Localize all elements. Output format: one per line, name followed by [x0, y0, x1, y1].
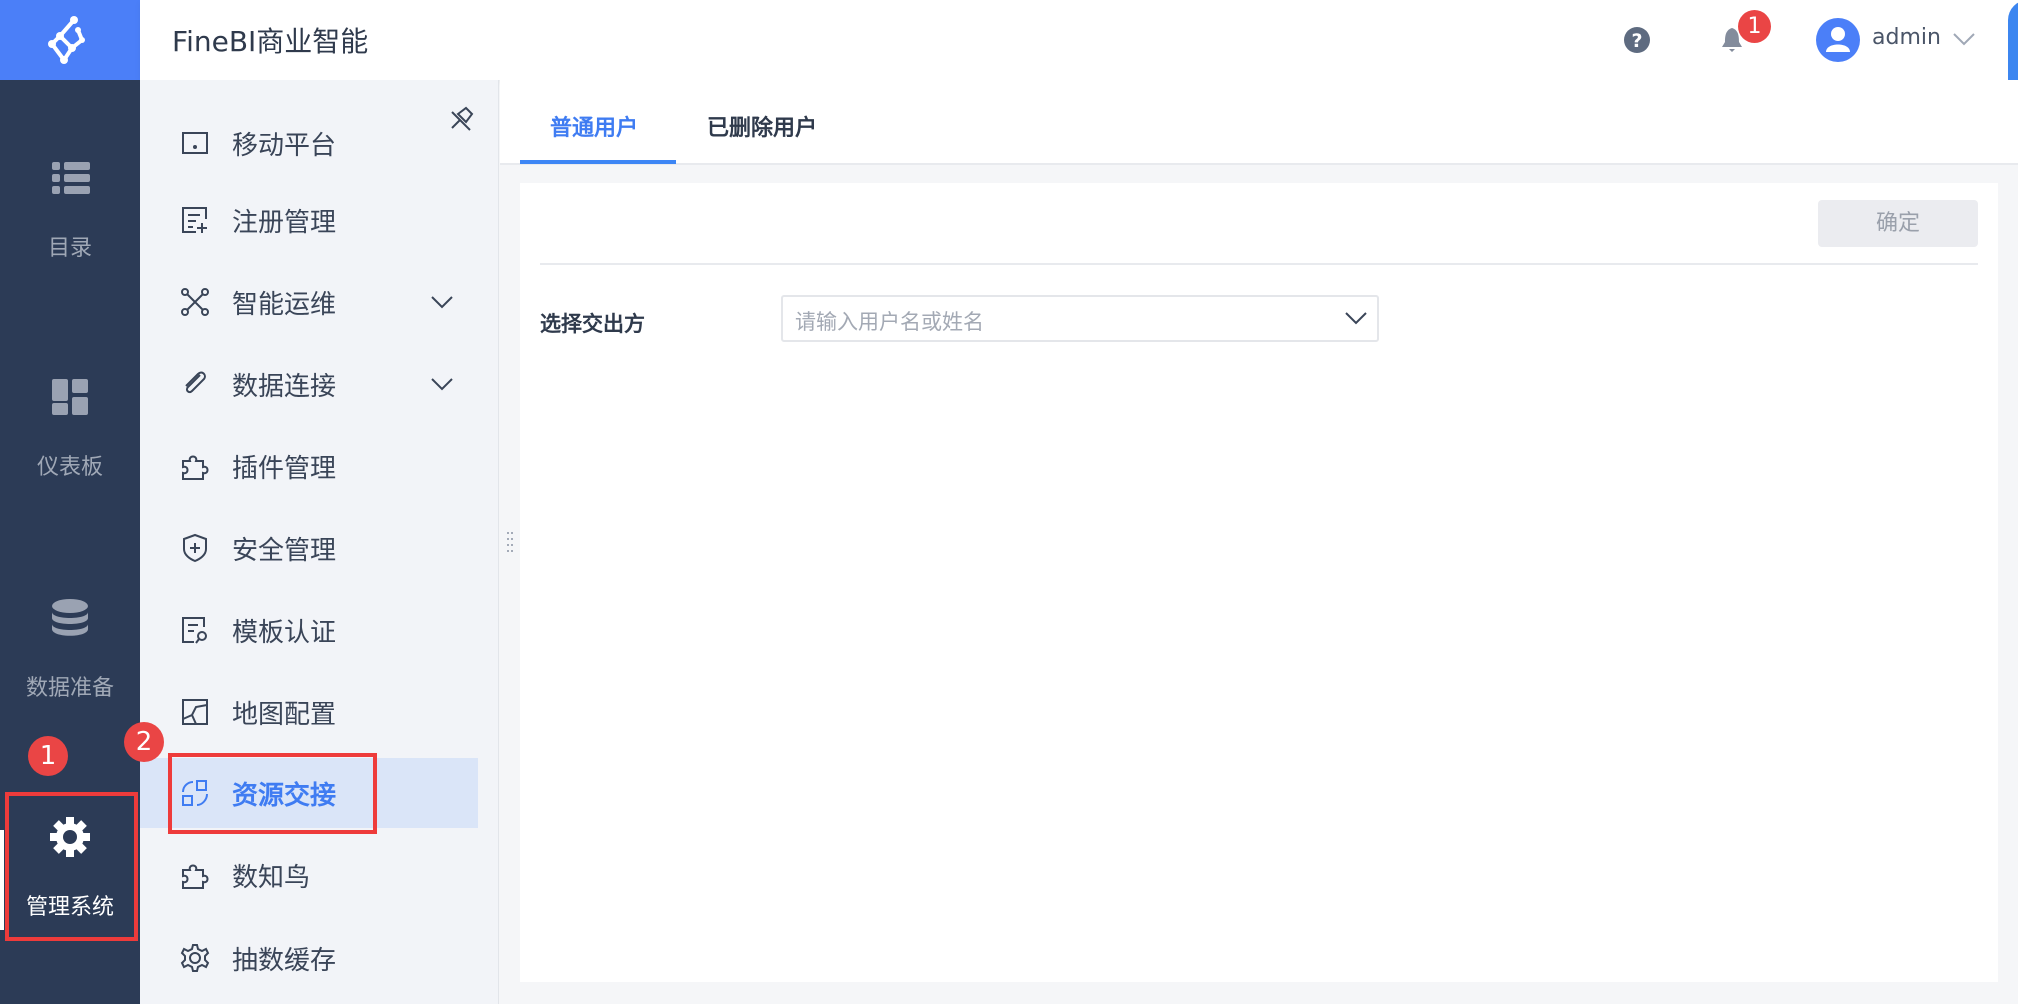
register-icon — [182, 207, 207, 233]
management-sidebar: 移动平台 注册管理 智能运维 数据连接 插件管理 安全管理 模板认证 地图配置 … — [140, 80, 499, 1004]
chevron-down-icon[interactable] — [430, 290, 454, 314]
gear-outline-icon — [180, 944, 210, 972]
puzzle-icon — [182, 864, 209, 889]
mobile-icon — [182, 132, 208, 154]
sidebar-item-security[interactable]: 安全管理 — [140, 513, 478, 583]
sidebar-item-mobile-platform[interactable]: 移动平台 — [140, 108, 478, 178]
chevron-down-icon — [1345, 312, 1367, 325]
certificate-icon — [182, 617, 207, 644]
sidebar-item-data-connection[interactable]: 数据连接 — [140, 349, 478, 419]
sidebar-item-shuzhiniao[interactable]: 数知鸟 — [140, 840, 478, 910]
notification-badge: 1 — [1738, 10, 1771, 43]
handover-form-card: 确定 选择交出方 请输入用户名或姓名 — [520, 183, 1998, 982]
sidebar-item-plugin[interactable]: 插件管理 — [140, 431, 478, 501]
shield-icon — [183, 533, 207, 563]
select-placeholder: 请输入用户名或姓名 — [795, 310, 984, 334]
svg-text:?: ? — [1631, 30, 1642, 52]
divider — [540, 263, 1978, 265]
puzzle-icon — [182, 455, 209, 480]
dashboard-icon — [52, 379, 88, 415]
tab-bar: 普通用户 已删除用户 — [500, 80, 2018, 165]
confirm-button[interactable]: 确定 — [1818, 200, 1978, 247]
annotation-box-management — [5, 792, 138, 941]
map-icon — [182, 699, 208, 725]
paperclip-icon — [185, 371, 206, 394]
help-icon[interactable]: ? — [1624, 27, 1650, 53]
network-nodes-icon — [181, 288, 209, 316]
sidebar-item-map-config[interactable]: 地图配置 — [140, 677, 478, 747]
rail-label: 仪表板 — [36, 455, 103, 480]
active-tab-underline — [520, 160, 676, 164]
sidebar-item-smart-ops[interactable]: 智能运维 — [140, 267, 478, 337]
rail-item-catalog[interactable]: 目录 — [0, 156, 140, 262]
sidebar-item-registration[interactable]: 注册管理 — [140, 185, 478, 255]
catalog-list-icon — [52, 162, 90, 194]
top-header: FineBI商业智能 ? 1 admin — [140, 0, 2018, 100]
rail-label: 数据准备 — [25, 676, 114, 701]
annotation-step-1: 1 — [28, 736, 68, 776]
database-icon — [52, 599, 88, 636]
handover-user-select[interactable]: 请输入用户名或姓名 — [781, 295, 1379, 342]
rail-item-dashboard[interactable]: 仪表板 — [0, 375, 140, 481]
chevron-down-icon[interactable] — [1952, 32, 1976, 46]
annotation-step-2: 2 — [124, 722, 164, 762]
avatar[interactable] — [1816, 18, 1860, 62]
app-title: FineBI商业智能 — [172, 25, 369, 58]
logo-icon — [48, 16, 85, 64]
rail-item-data-prep[interactable]: 数据准备 — [0, 596, 140, 702]
tab-normal-users[interactable]: 普通用户 — [550, 110, 638, 142]
annotation-box-resource-handover — [168, 753, 377, 834]
chevron-down-icon[interactable] — [430, 372, 454, 396]
resize-handle-icon[interactable] — [506, 530, 514, 554]
sidebar-item-template-auth[interactable]: 模板认证 — [140, 595, 478, 665]
field-label: 选择交出方 — [540, 312, 645, 336]
sidebar-item-extract-cache[interactable]: 抽数缓存 — [140, 923, 478, 993]
finebi-logo[interactable] — [0, 0, 140, 80]
rail-label: 目录 — [47, 236, 92, 261]
tab-deleted-users[interactable]: 已删除用户 — [707, 110, 817, 142]
username[interactable]: admin — [1872, 25, 1941, 50]
